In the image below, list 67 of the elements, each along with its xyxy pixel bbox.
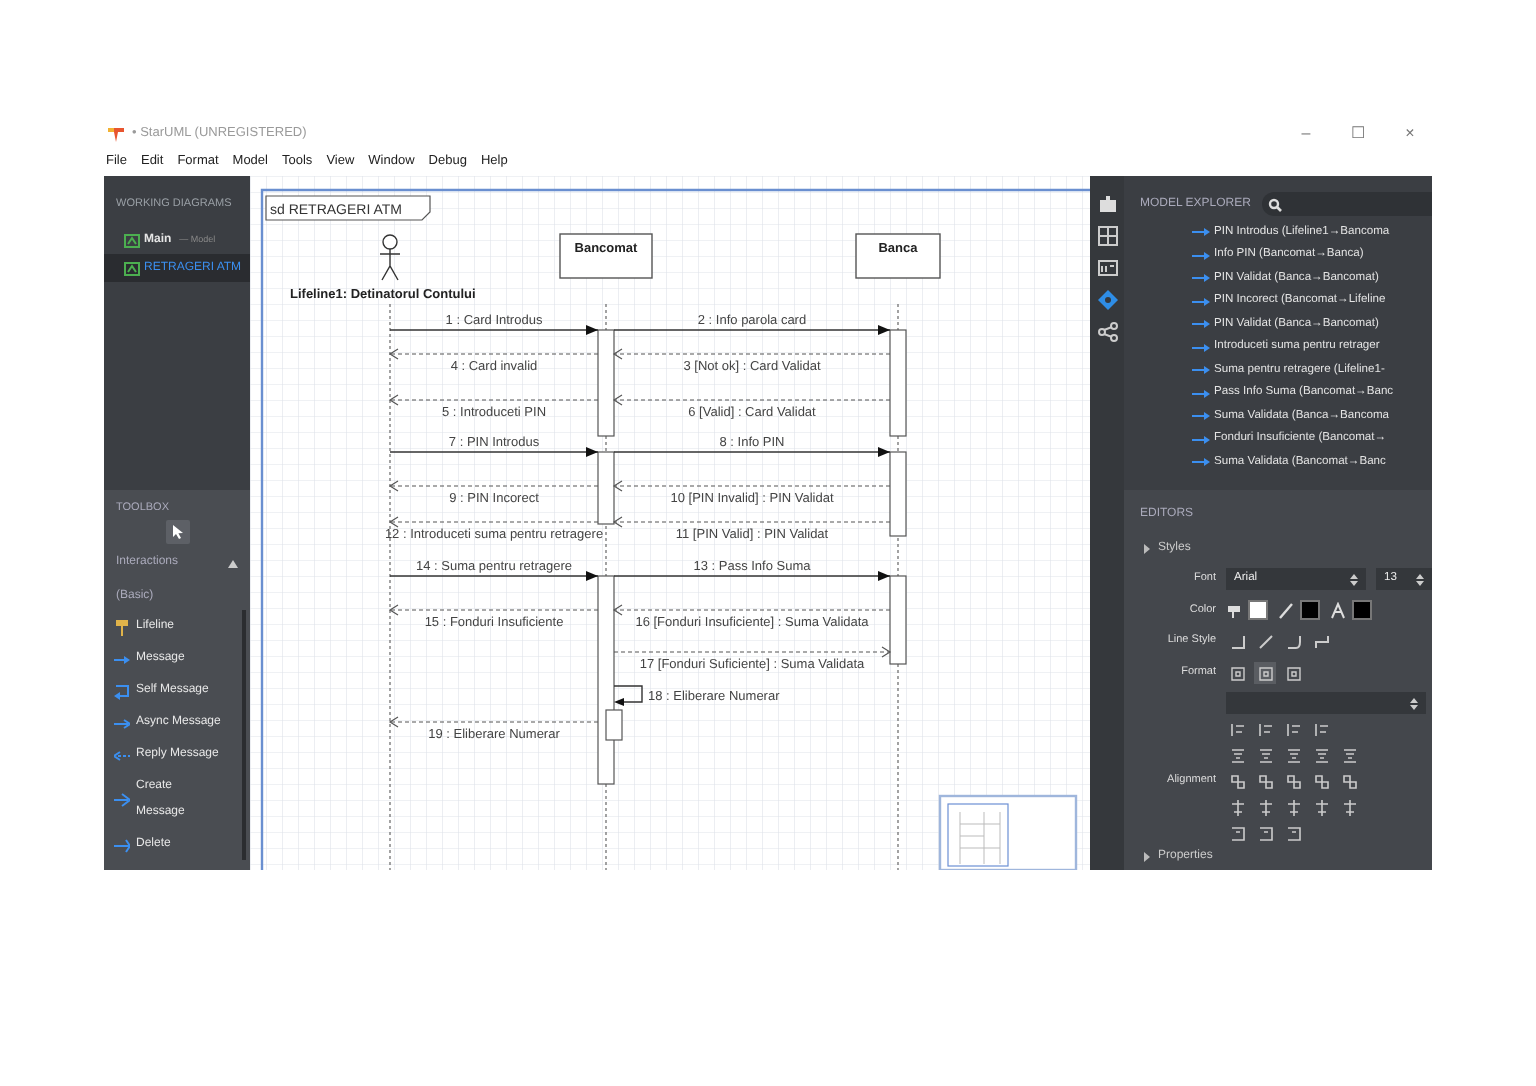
activation-bar bbox=[889, 575, 907, 665]
alignment-icon[interactable] bbox=[1285, 773, 1301, 789]
async-tool-icon[interactable] bbox=[114, 715, 130, 732]
format-icon[interactable] bbox=[1285, 665, 1301, 681]
format-icon[interactable] bbox=[1229, 665, 1245, 681]
color-swatch[interactable] bbox=[1300, 600, 1320, 620]
activation-bar bbox=[597, 451, 615, 525]
spinner-icon bbox=[1416, 573, 1424, 585]
activation-bar bbox=[889, 451, 907, 537]
alignment-icon[interactable] bbox=[1341, 799, 1357, 815]
message-tool-icon[interactable] bbox=[114, 651, 130, 668]
share-icon[interactable] bbox=[1097, 322, 1117, 342]
diamond-icon[interactable] bbox=[1097, 290, 1117, 310]
scrollbar[interactable] bbox=[242, 610, 246, 860]
color-swatch[interactable] bbox=[1352, 600, 1372, 620]
alignment-icon[interactable] bbox=[1313, 721, 1329, 737]
collapse-arrow-icon[interactable] bbox=[228, 559, 238, 568]
alignment-icon[interactable] bbox=[1257, 773, 1273, 789]
maximize-button[interactable]: ☐ bbox=[1336, 126, 1380, 142]
alignment-icon[interactable] bbox=[1257, 747, 1273, 763]
lifeline-tool-icon[interactable] bbox=[114, 619, 130, 636]
reply-tool-icon[interactable] bbox=[114, 747, 130, 764]
alignment-icon[interactable] bbox=[1229, 799, 1245, 815]
alignment-icon[interactable] bbox=[1341, 747, 1357, 763]
close-button[interactable]: × bbox=[1388, 126, 1432, 142]
font-color-icon[interactable] bbox=[1330, 601, 1346, 619]
expand-arrow-icon[interactable] bbox=[1144, 544, 1150, 554]
activation-bar bbox=[889, 329, 907, 437]
delete-tool-icon[interactable] bbox=[114, 837, 130, 854]
window-icon[interactable] bbox=[1097, 258, 1117, 278]
color-swatch[interactable] bbox=[1248, 600, 1268, 620]
self-message-arrow bbox=[613, 685, 643, 706]
self-tool-icon[interactable] bbox=[114, 683, 130, 700]
alignment-icon[interactable] bbox=[1285, 799, 1301, 815]
alignment-icon[interactable] bbox=[1229, 773, 1245, 789]
search-field[interactable] bbox=[1262, 192, 1432, 216]
alignment-icon[interactable] bbox=[1313, 747, 1329, 763]
alignment-icon[interactable] bbox=[1341, 773, 1357, 789]
spinner-icon bbox=[1410, 697, 1418, 709]
paint-bucket-icon[interactable] bbox=[1226, 601, 1242, 619]
alignment-icon[interactable] bbox=[1313, 773, 1329, 789]
alignment-icon[interactable] bbox=[1257, 721, 1273, 737]
activation-bar bbox=[597, 329, 615, 437]
alignment-icon[interactable] bbox=[1257, 825, 1273, 841]
app-logo-icon bbox=[108, 126, 124, 142]
minimize-button[interactable]: – bbox=[1284, 126, 1328, 142]
expand-arrow-icon[interactable] bbox=[1144, 852, 1150, 862]
layout-icon[interactable] bbox=[1097, 226, 1117, 246]
format-icon[interactable] bbox=[1257, 665, 1273, 681]
alignment-icon[interactable] bbox=[1229, 747, 1245, 763]
alignment-icon[interactable] bbox=[1229, 825, 1245, 841]
stick-figure-icon bbox=[379, 234, 401, 281]
diagram-icon bbox=[124, 233, 140, 248]
pointer-tool-button[interactable] bbox=[165, 520, 189, 545]
diagram-icon bbox=[124, 261, 140, 276]
alignment-icon[interactable] bbox=[1257, 799, 1273, 815]
alignment-icon[interactable] bbox=[1229, 721, 1245, 737]
search-icon bbox=[1268, 197, 1283, 211]
alignment-icon[interactable] bbox=[1285, 825, 1301, 841]
spinner-icon bbox=[1350, 573, 1358, 585]
pen-icon[interactable] bbox=[1278, 601, 1294, 619]
alignment-icon[interactable] bbox=[1285, 721, 1301, 737]
minimap-drawing bbox=[938, 794, 1078, 870]
cursor-icon bbox=[171, 524, 183, 541]
alignment-icon[interactable] bbox=[1313, 799, 1329, 815]
alignment-icon[interactable] bbox=[1285, 747, 1301, 763]
create-tool-icon[interactable] bbox=[114, 792, 130, 809]
